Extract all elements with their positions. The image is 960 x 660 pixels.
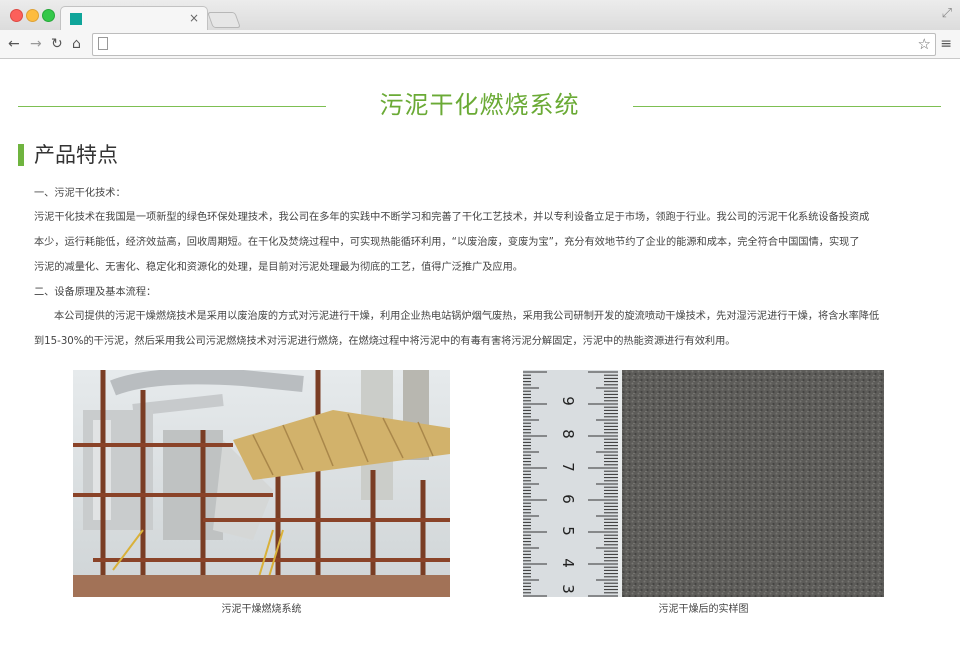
dried-sludge-sample-image: 9 8 7 6 5 4 3 <box>523 370 884 597</box>
new-tab-button[interactable] <box>207 12 241 28</box>
ruler-labels: 9 8 7 6 5 4 3 <box>523 370 618 597</box>
ruler-number: 7 <box>558 462 577 472</box>
title-divider-left <box>18 106 326 107</box>
section-accent-bar <box>18 144 24 166</box>
paragraph-heading-2: 二、设备原理及基本流程： <box>34 287 157 298</box>
paragraph-line: 到15-30%的干污泥，然后采用我公司污泥燃烧技术对污泥进行燃烧，在燃烧过程中将… <box>34 336 736 347</box>
minimize-window-button[interactable] <box>26 9 39 22</box>
ruler-number: 8 <box>558 429 577 439</box>
close-window-button[interactable] <box>10 9 23 22</box>
paragraph-line: 本公司提供的污泥干燥燃烧技术是采用以废治废的方式对污泥进行干燥，利用企业热电站锅… <box>54 311 880 322</box>
paragraph-heading-1: 一、污泥干化技术： <box>34 188 126 199</box>
zoom-window-button[interactable] <box>42 9 55 22</box>
menu-icon[interactable]: ≡ <box>940 35 952 53</box>
forward-icon[interactable]: → <box>30 34 42 54</box>
paragraph-line: 污泥干化技术在我国是一项新型的绿色环保处理技术，我公司在多年的实践中不断学习和完… <box>34 212 870 223</box>
section-title: 产品特点 <box>34 143 118 167</box>
browser-titlebar: × ⤢ <box>0 0 960 31</box>
bookmark-star-icon[interactable]: ☆ <box>918 34 931 54</box>
browser-toolbar: ← → ↻ ⌂ ☆ ≡ <box>0 30 960 59</box>
fullscreen-icon[interactable]: ⤢ <box>942 6 952 21</box>
back-icon[interactable]: ← <box>8 34 20 54</box>
page-title: 污泥干化燃烧系统 <box>379 91 580 119</box>
browser-tab[interactable]: × <box>60 6 208 31</box>
paragraph-line: 本少，运行耗能低，经济效益高，回收周期短。在干化及焚烧过程中，可实现热能循环利用… <box>34 237 860 248</box>
home-icon[interactable]: ⌂ <box>72 34 81 54</box>
ruler-number: 4 <box>558 558 577 568</box>
favicon-icon <box>70 13 82 25</box>
image-caption: 污泥干燥燃烧系统 <box>221 604 302 615</box>
page-icon <box>98 37 108 50</box>
image-caption: 污泥干燥后的实样图 <box>658 604 749 615</box>
ruler-number: 9 <box>558 396 577 406</box>
sludge-drying-plant-image <box>73 370 450 597</box>
ruler-number: 3 <box>558 584 577 594</box>
address-bar[interactable]: ☆ <box>92 33 936 56</box>
tab-close-icon[interactable]: × <box>189 10 199 26</box>
paragraph-line: 污泥的减量化、无害化、稳定化和资源化的处理，是目前对污泥处理最为彻底的工艺，值得… <box>34 262 523 273</box>
ruler-number: 5 <box>558 526 577 536</box>
title-divider-right <box>633 106 941 107</box>
page-title-row: 污泥干化燃烧系统 <box>0 86 960 126</box>
reload-icon[interactable]: ↻ <box>51 34 63 54</box>
ruler-number: 6 <box>558 494 577 504</box>
